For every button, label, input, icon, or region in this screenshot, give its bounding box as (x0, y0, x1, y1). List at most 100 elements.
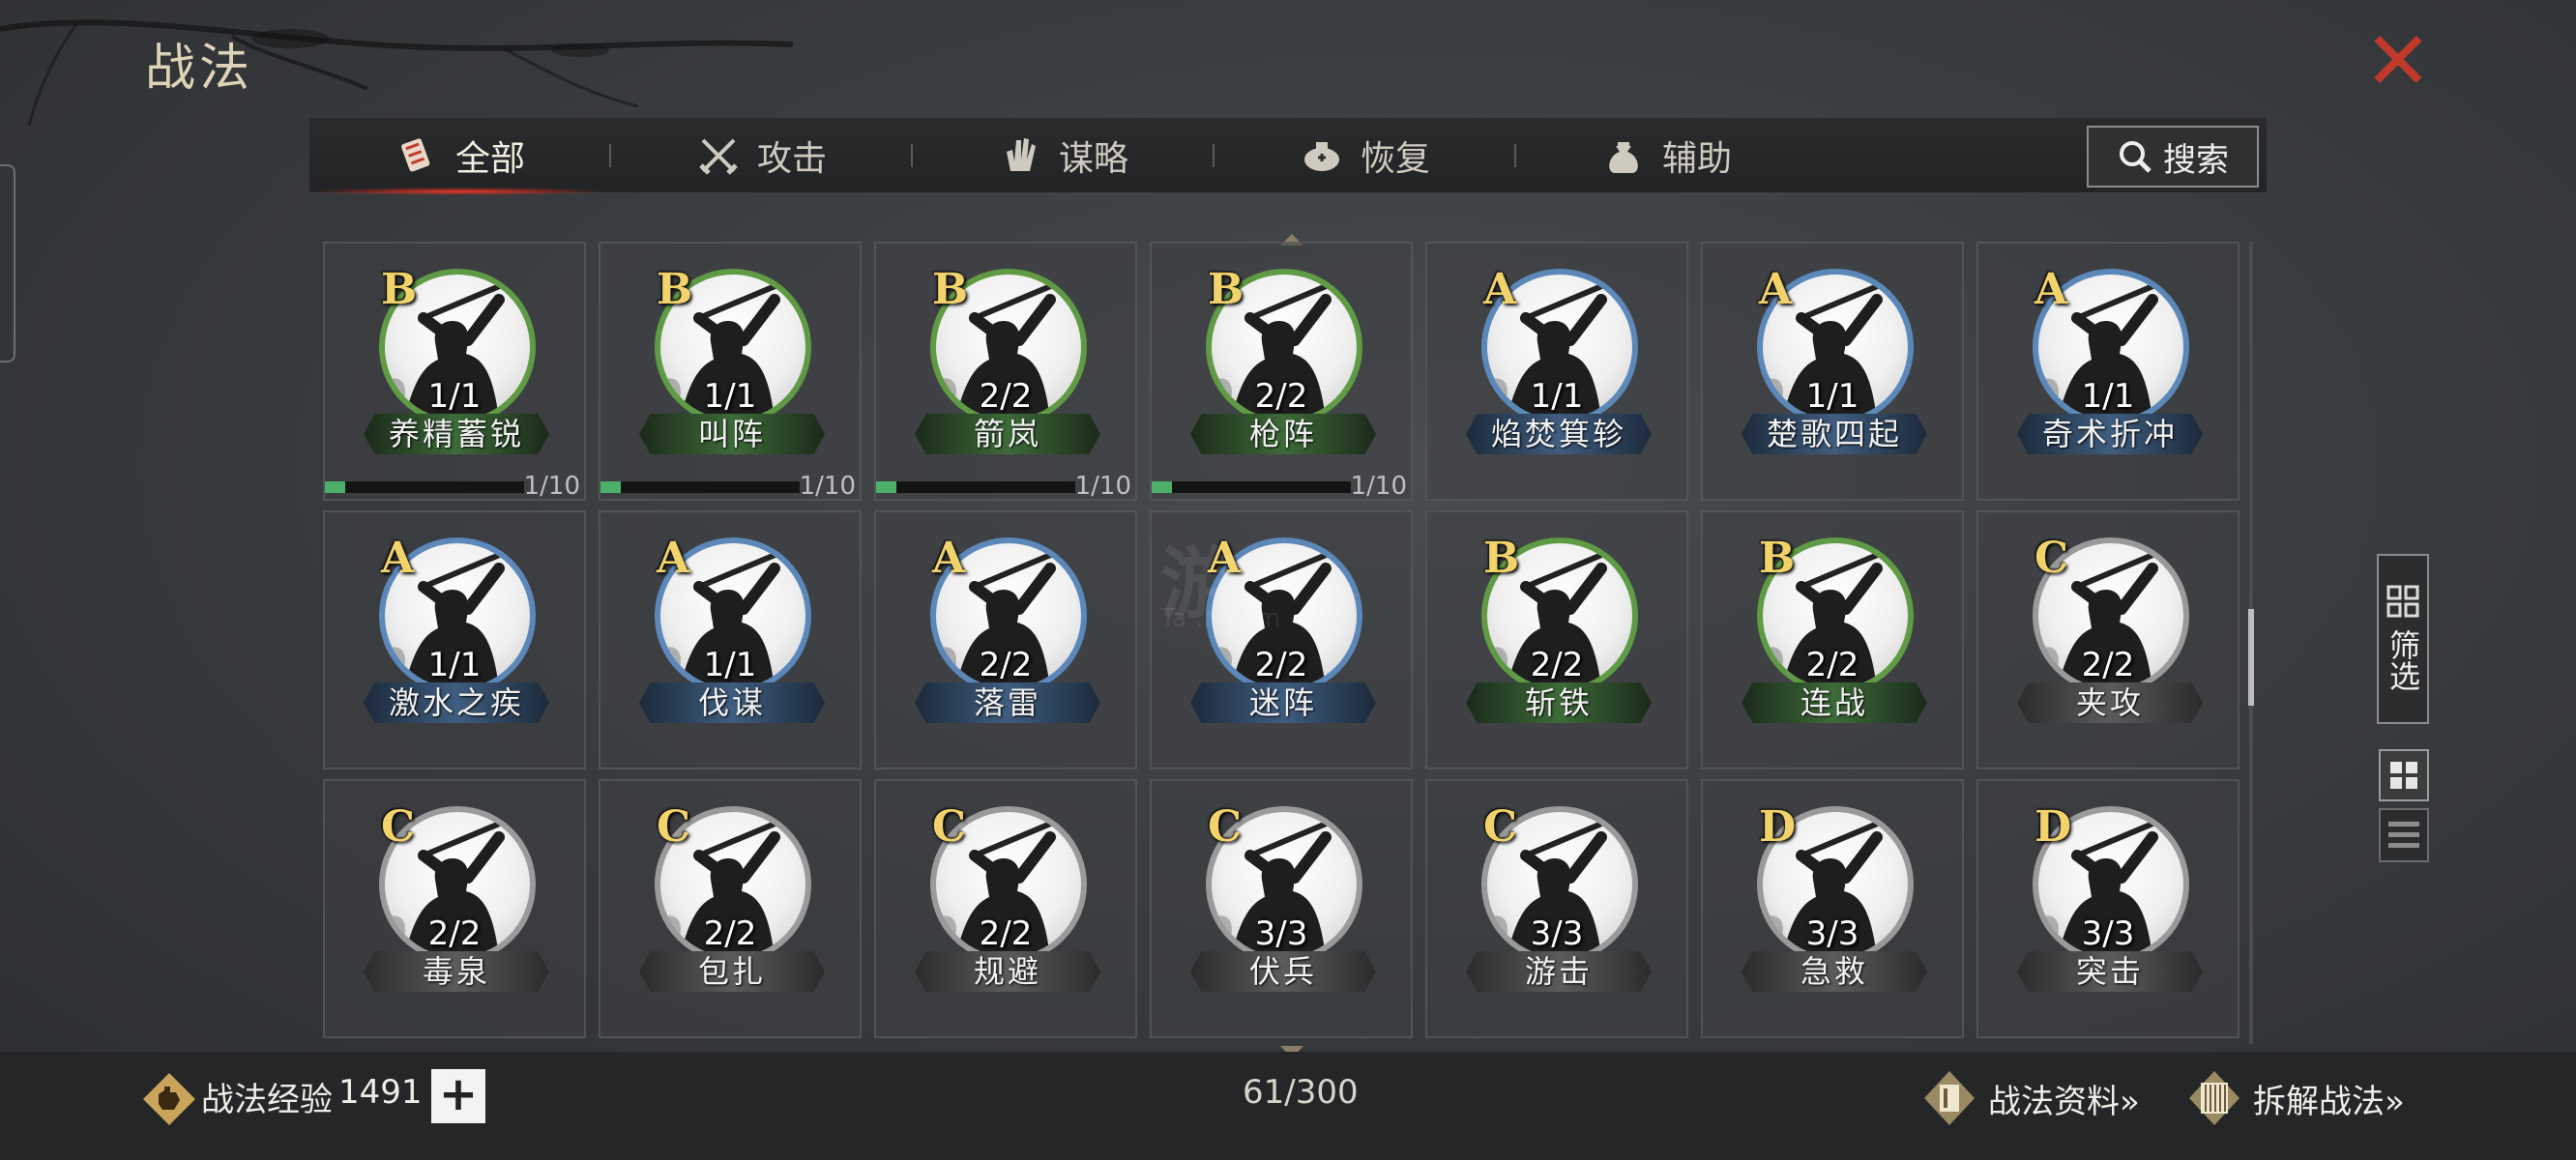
tab-label: 辅助 (1661, 139, 1732, 179)
skill-book-icon (1924, 1071, 1975, 1125)
skill-name: 楚歌四起 (1742, 414, 1927, 454)
recovery-icon (1303, 142, 1339, 171)
skill-card[interactable]: A 1/1 奇术折冲 (1976, 242, 2239, 501)
skill-level: 2/2 (1530, 646, 1584, 684)
skill-card[interactable]: C 2/2 规避 (874, 779, 1137, 1038)
skill-level: 1/1 (1530, 377, 1584, 416)
support-bag-icon (1609, 142, 1638, 173)
skill-name: 连战 (1742, 682, 1927, 723)
bottom-bar: 战法经验 1491 + 61/300 战法资料» 拆解战法» (0, 1052, 2576, 1160)
filter-grid-icon (2386, 585, 2419, 618)
skill-level: 2/2 (1805, 646, 1859, 684)
skill-card[interactable]: D 3/3 突击 (1976, 779, 2239, 1038)
tab-label: 谋略 (1058, 139, 1128, 179)
tab-label: 攻击 (756, 139, 827, 179)
skill-exp-label: 战法经验 (201, 1081, 333, 1119)
strategy-hand-icon (1006, 138, 1036, 171)
skill-card[interactable]: B 2/2 枪阵 1/10 (1150, 242, 1413, 501)
skill-exp-text: 1/10 (523, 472, 580, 501)
filter-button[interactable]: 筛选 (2377, 554, 2429, 724)
skill-level: 1/1 (703, 646, 757, 684)
all-skills-icon (401, 138, 430, 172)
skill-name: 包扎 (639, 951, 825, 992)
skill-card[interactable]: B 1/1 叫阵 1/10 (599, 242, 862, 501)
skill-level: 3/3 (2081, 914, 2135, 953)
skill-card[interactable]: A 1/1 焰焚箕轸 (1425, 242, 1688, 501)
tab-strategy[interactable]: 谋略 (913, 118, 1213, 193)
skill-grade: B (657, 265, 693, 314)
skill-card[interactable]: A 1/1 激水之疾 (323, 510, 586, 769)
skill-exp-fill (1152, 481, 1172, 493)
skill-name: 落雷 (915, 682, 1100, 723)
close-button[interactable]: ✕ (2359, 20, 2437, 102)
skill-name: 规避 (915, 951, 1100, 992)
tab-support[interactable]: 辅助 (1516, 118, 1816, 193)
skill-card[interactable]: C 2/2 毒泉 (323, 779, 586, 1038)
skill-exp-icon (143, 1073, 195, 1125)
skill-level: 3/3 (1530, 914, 1584, 953)
skill-name: 焰焚箕轸 (1466, 414, 1652, 454)
tab-attack[interactable]: 攻击 (611, 118, 911, 193)
skill-grade: A (381, 534, 415, 583)
skill-name: 养精蓄锐 (364, 414, 549, 454)
grid-view-toggle[interactable] (2379, 749, 2429, 801)
skill-grade: C (2034, 534, 2069, 583)
skill-level: 1/1 (703, 377, 757, 416)
skill-level: 3/3 (1805, 914, 1859, 953)
tab-recovery[interactable]: 恢复 (1215, 118, 1514, 193)
grid-view-icon (2390, 762, 2417, 789)
skill-card[interactable]: C 3/3 伏兵 (1150, 779, 1413, 1038)
skill-level: 2/2 (979, 914, 1033, 953)
skill-grade: C (381, 802, 416, 852)
tab-all[interactable]: 全部 (309, 118, 609, 195)
skill-level: 1/1 (1805, 377, 1859, 416)
skill-card[interactable]: A 1/1 楚歌四起 (1701, 242, 1964, 501)
skill-name: 激水之疾 (364, 682, 549, 723)
skill-info-link[interactable]: 战法资料» (1922, 1069, 2140, 1127)
skill-level: 3/3 (1254, 914, 1308, 953)
skill-card[interactable]: A 2/2 落雷 (874, 510, 1137, 769)
category-tabbar: 全部 攻击 谋略 恢复 辅助 搜索 (309, 118, 2267, 195)
scroll-disassemble-icon (2189, 1071, 2239, 1125)
skill-card[interactable]: B 2/2 连战 (1701, 510, 1964, 769)
list-view-icon (2388, 822, 2419, 848)
search-label: 搜索 (2163, 140, 2229, 180)
skill-grade: B (1483, 534, 1520, 583)
skill-grade: B (932, 265, 969, 314)
skill-grade: A (932, 534, 966, 583)
skill-exp-value: 1491 (338, 1073, 423, 1112)
skill-grade: D (1759, 802, 1797, 852)
skill-exp-bar (1152, 481, 1351, 493)
disassemble-skill-link[interactable]: 拆解战法» (2187, 1069, 2405, 1127)
skill-card[interactable]: B 2/2 箭岚 1/10 (874, 242, 1137, 501)
skill-grade: B (1759, 534, 1796, 583)
skill-grade: A (2034, 265, 2068, 314)
skill-exp-bar (876, 481, 1075, 493)
skill-card[interactable]: C 2/2 夹攻 (1976, 510, 2239, 769)
skill-name: 急救 (1742, 951, 1927, 992)
skill-name: 游击 (1466, 951, 1652, 992)
page-title: 战法 (145, 40, 254, 98)
list-view-toggle[interactable] (2379, 808, 2429, 862)
skill-card[interactable]: D 3/3 急救 (1701, 779, 1964, 1038)
skill-grade: D (2034, 802, 2072, 852)
watermark-sub: Ta ... com (1160, 604, 1281, 633)
skill-level: 1/1 (427, 646, 482, 684)
skill-card[interactable]: A 1/1 伐谋 (599, 510, 862, 769)
skill-level: 1/1 (2081, 377, 2135, 416)
skill-grade: A (1759, 265, 1793, 314)
scrollbar-thumb[interactable] (2248, 609, 2254, 706)
skill-grade: B (381, 265, 418, 314)
skill-exp-bar (600, 481, 800, 493)
skill-card[interactable]: C 2/2 包扎 (599, 779, 862, 1038)
side-drawer-tab[interactable] (0, 164, 15, 362)
skill-count: 61/300 (1243, 1073, 1359, 1112)
add-exp-button[interactable]: + (431, 1069, 485, 1123)
skill-name: 叫阵 (639, 414, 825, 454)
skill-card[interactable]: C 3/3 游击 (1425, 779, 1688, 1038)
skill-card[interactable]: B 2/2 斩铁 (1425, 510, 1688, 769)
tab-label: 恢复 (1360, 139, 1430, 179)
skill-card[interactable]: B 1/1 养精蓄锐 1/10 (323, 242, 586, 501)
search-button[interactable]: 搜索 (2087, 126, 2259, 188)
skill-grade: B (1208, 265, 1244, 314)
